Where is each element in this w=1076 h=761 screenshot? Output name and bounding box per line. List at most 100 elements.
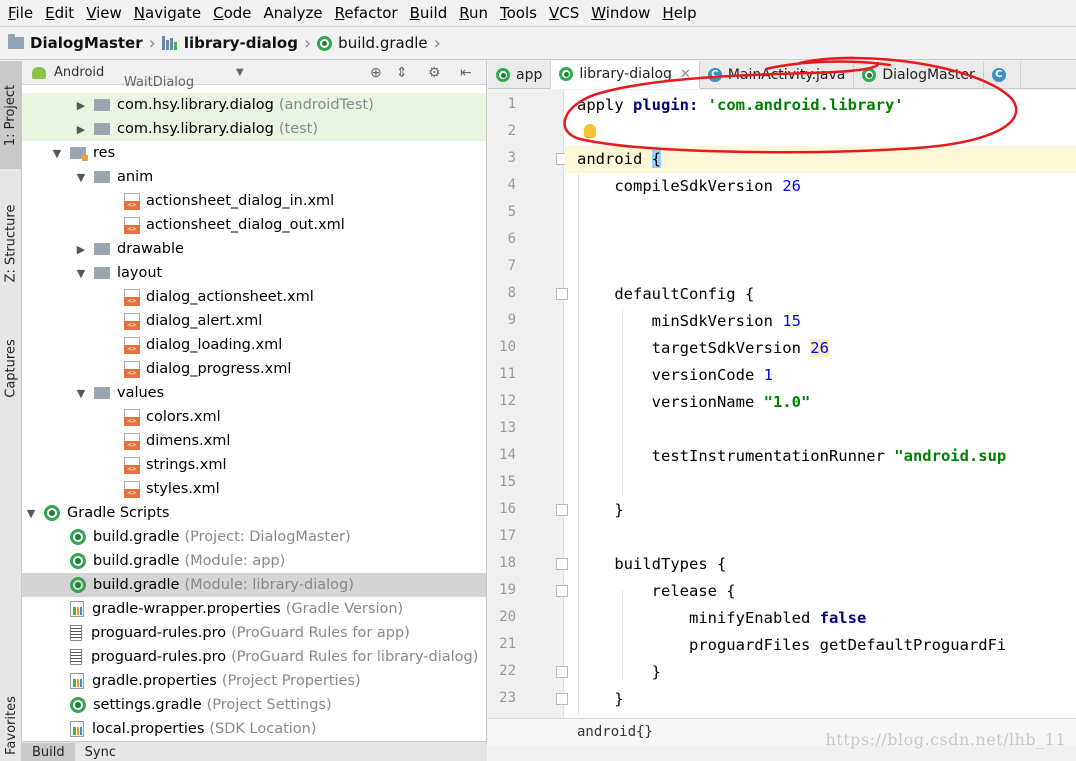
bottom-tool-tabs: Build Sync [22,741,487,761]
line-number-gutter: 1 2 3 4 5 6 7 8 9 10 11 12 13 14 15 16 17 18 19 20 21 22 23 [488,90,568,718]
tree-row[interactable]: dimens.xml [22,429,486,453]
breadcrumb-project[interactable]: DialogMaster › [8,33,162,54]
tool-tab-captures[interactable]: Captures [0,323,22,413]
tree-row[interactable]: ▶ drawable [22,237,486,261]
tree-row[interactable]: dialog_actionsheet.xml [22,285,486,309]
menu-analyze[interactable]: Analyze [258,0,329,26]
expand-arrow-icon[interactable]: ▼ [74,171,88,184]
tree-row[interactable]: settings.gradle (Project Settings) [22,693,486,717]
code-line: android { [577,146,661,173]
code-token: "android.sup [894,447,1007,465]
tree-row[interactable]: proguard-rules.pro (ProGuard Rules for li… [22,645,486,669]
tree-item-hint: (Module: app) [184,553,286,569]
tree-item-label: gradle.properties [92,673,217,689]
bottom-tab-sync[interactable]: Sync [75,743,126,761]
menu-run[interactable]: Run [453,0,494,26]
collapse-arrow-icon[interactable]: ▶ [74,243,88,256]
menu-build[interactable]: Build [404,0,454,26]
editor-tab[interactable]: app [488,61,552,89]
tree-item-label: settings.gradle [93,697,202,713]
tree-row[interactable]: ▼ layout [22,261,486,285]
tool-tab-favorites[interactable]: Favorites [0,689,22,761]
tree-row[interactable]: ▼ res [22,141,486,165]
breadcrumb-file[interactable]: build.gradle › [317,33,447,54]
lightbulb-icon[interactable] [584,124,596,138]
tree-row[interactable]: ▶ com.hsy.library.dialog (androidTest) [22,93,486,117]
fold-marker-icon[interactable] [556,585,568,597]
tree-item-label: build.gradle [93,529,180,545]
tree-item-hint: (ProGuard Rules for library-dialog) [231,649,479,665]
tree-item-label: layout [117,265,163,281]
code-token: apply [577,96,633,114]
editor-tab[interactable]: C MainActivity.java [700,61,855,89]
tree-row[interactable]: local.properties (SDK Location) [22,717,486,741]
line-number: 5 [507,204,516,220]
code-line: defaultConfig { [577,281,754,308]
menu-refactor[interactable]: Refactor [329,0,404,26]
code-token: versionCode [577,366,764,384]
tree-row[interactable]: ▼ values [22,381,486,405]
collapse-arrow-icon[interactable]: ▶ [74,99,88,112]
tree-row[interactable]: ▼ anim [22,165,486,189]
code-line: versionName "1.0" [577,389,811,416]
editor-tab[interactable]: DialogMaster [854,61,984,89]
fold-marker-icon[interactable] [556,666,568,678]
line-number: 14 [499,447,516,463]
tree-row[interactable]: actionsheet_dialog_in.xml [22,189,486,213]
tree-row[interactable]: build.gradle (Project: DialogMaster) [22,525,486,549]
menu-navigate[interactable]: Navigate [128,0,207,26]
editor-tab[interactable]: library-dialog ✕ [551,61,700,89]
expand-arrow-icon[interactable]: ▼ [74,267,88,280]
menu-label-rest: CS [559,4,580,22]
fold-marker-icon[interactable] [556,558,568,570]
tree-row[interactable]: proguard-rules.pro (ProGuard Rules for ap… [22,621,486,645]
line-number: 2 [507,123,516,139]
menu-label-rest: elp [673,4,697,22]
menu-edit[interactable]: Edit [39,0,80,26]
tree-row[interactable]: dialog_alert.xml [22,309,486,333]
fold-marker-icon[interactable] [556,504,568,516]
fold-marker-icon[interactable] [556,288,568,300]
tree-row[interactable]: build.gradle (Module: app) [22,549,486,573]
tree-row[interactable]: dialog_progress.xml [22,357,486,381]
menu-code[interactable]: Code [207,0,257,26]
fold-marker-icon[interactable] [556,693,568,705]
expand-arrow-icon[interactable]: ▼ [24,507,38,520]
menu-label-rest: dit [54,4,75,22]
menu-tools[interactable]: Tools [494,0,543,26]
collapse-arrow-icon[interactable]: ▶ [74,123,88,136]
tree-row[interactable]: gradle.properties (Project Properties) [22,669,486,693]
code-editor[interactable]: 1 2 3 4 5 6 7 8 9 10 11 12 13 14 15 16 17 18 19 20 21 22 23 ap… [488,90,1076,718]
editor-tab[interactable]: C [984,61,1021,89]
menu-vcs[interactable]: VCS [543,0,585,26]
breadcrumb-module-label: library-dialog [183,34,298,52]
editor-tab-label: MainActivity.java [727,67,846,83]
tree-row[interactable]: dialog_loading.xml [22,333,486,357]
xml-file-icon [124,432,140,450]
menu-window[interactable]: Window [585,0,656,26]
tree-row[interactable]: ▼ Gradle Scripts [22,501,486,525]
menu-label-rest: ools [506,4,537,22]
tree-row[interactable]: build.gradle (Module: library-dialog) [22,573,486,597]
editor-tab-label: DialogMaster [882,67,975,83]
tree-item-hint: (SDK Location) [209,721,317,737]
tree-row[interactable]: actionsheet_dialog_out.xml [22,213,486,237]
menu-help[interactable]: Help [656,0,702,26]
expand-arrow-icon[interactable]: ▼ [50,147,64,160]
code-line: compileSdkVersion 26 [577,173,801,200]
tree-row[interactable]: ▶ com.hsy.library.dialog (test) [22,117,486,141]
tree-row[interactable]: styles.xml [22,477,486,501]
menu-file[interactable]: File [2,0,39,26]
tool-tab-project[interactable]: 1: Project [0,61,22,169]
bottom-tab-build[interactable]: Build [22,743,75,761]
xml-file-icon [124,456,140,474]
close-icon[interactable]: ✕ [680,67,691,82]
tree-row[interactable]: strings.xml [22,453,486,477]
expand-arrow-icon[interactable]: ▼ [74,387,88,400]
tree-row[interactable]: colors.xml [22,405,486,429]
tree-item-label: drawable [117,241,184,257]
breadcrumb-module[interactable]: library-dialog › [161,33,317,54]
tool-tab-structure[interactable]: Z: Structure [0,187,22,299]
menu-view[interactable]: View [80,0,128,26]
tree-row[interactable]: gradle-wrapper.properties (Gradle Version… [22,597,486,621]
